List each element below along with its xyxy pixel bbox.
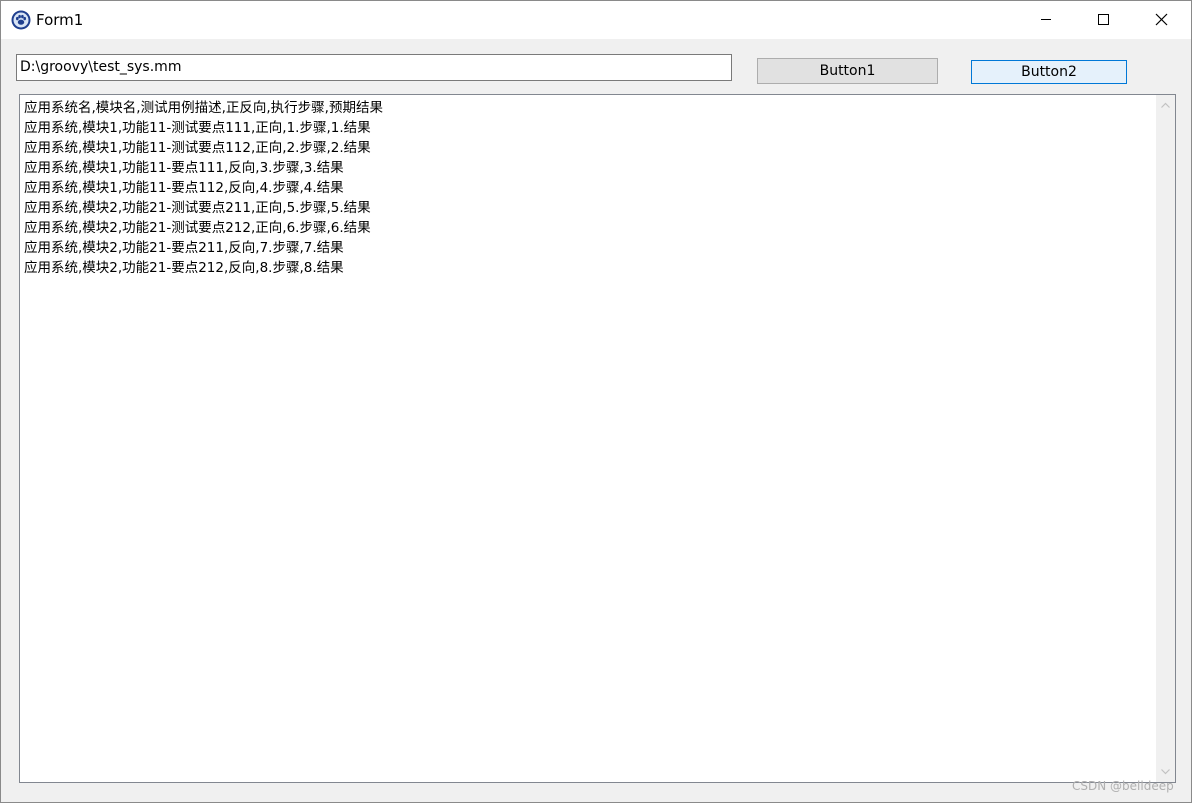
memo-line: 应用系统,模块1,功能11-要点111,反向,3.步骤,3.结果 — [24, 160, 344, 176]
form-window: Form1 D:\groovy\test_sys.mm Button1 Butt… — [0, 0, 1192, 803]
minimize-icon — [1041, 19, 1051, 20]
memo-line: 应用系统,模块1,功能11-测试要点111,正向,1.步骤,1.结果 — [24, 120, 371, 136]
title-bar[interactable]: Form1 — [1, 1, 1191, 39]
vertical-scrollbar[interactable] — [1156, 95, 1175, 782]
minimize-button[interactable] — [1017, 1, 1075, 39]
memo-line: 应用系统,模块1,功能11-测试要点112,正向,2.步骤,2.结果 — [24, 140, 371, 156]
button2[interactable]: Button2 — [971, 60, 1127, 84]
maximize-icon — [1098, 14, 1109, 25]
memo-lines: 应用系统名,模块名,测试用例描述,正反向,执行步骤,预期结果 应用系统,模块1,… — [24, 98, 1149, 278]
scroll-up-icon[interactable] — [1156, 97, 1175, 114]
maximize-button[interactable] — [1075, 1, 1133, 39]
memo-textarea[interactable]: 应用系统名,模块名,测试用例描述,正反向,执行步骤,预期结果 应用系统,模块1,… — [19, 94, 1176, 783]
memo-line: 应用系统,模块2,功能21-要点212,反向,8.步骤,8.结果 — [24, 260, 344, 276]
memo-line: 应用系统,模块2,功能21-测试要点212,正向,6.步骤,6.结果 — [24, 220, 371, 236]
memo-line: 应用系统,模块2,功能21-测试要点211,正向,5.步骤,5.结果 — [24, 200, 371, 216]
watermark: CSDN @belldeep — [1072, 779, 1174, 793]
paw-icon[interactable] — [11, 10, 31, 30]
memo-line: 应用系统名,模块名,测试用例描述,正反向,执行步骤,预期结果 — [24, 100, 383, 116]
path-input[interactable]: D:\groovy\test_sys.mm — [16, 54, 732, 81]
close-button[interactable] — [1133, 1, 1191, 39]
memo-line: 应用系统,模块2,功能21-要点211,反向,7.步骤,7.结果 — [24, 240, 344, 256]
scroll-down-icon[interactable] — [1156, 763, 1175, 780]
button1[interactable]: Button1 — [757, 58, 938, 84]
memo-line: 应用系统,模块1,功能11-要点112,反向,4.步骤,4.结果 — [24, 180, 344, 196]
close-icon — [1155, 13, 1168, 26]
window-title: Form1 — [36, 11, 84, 29]
